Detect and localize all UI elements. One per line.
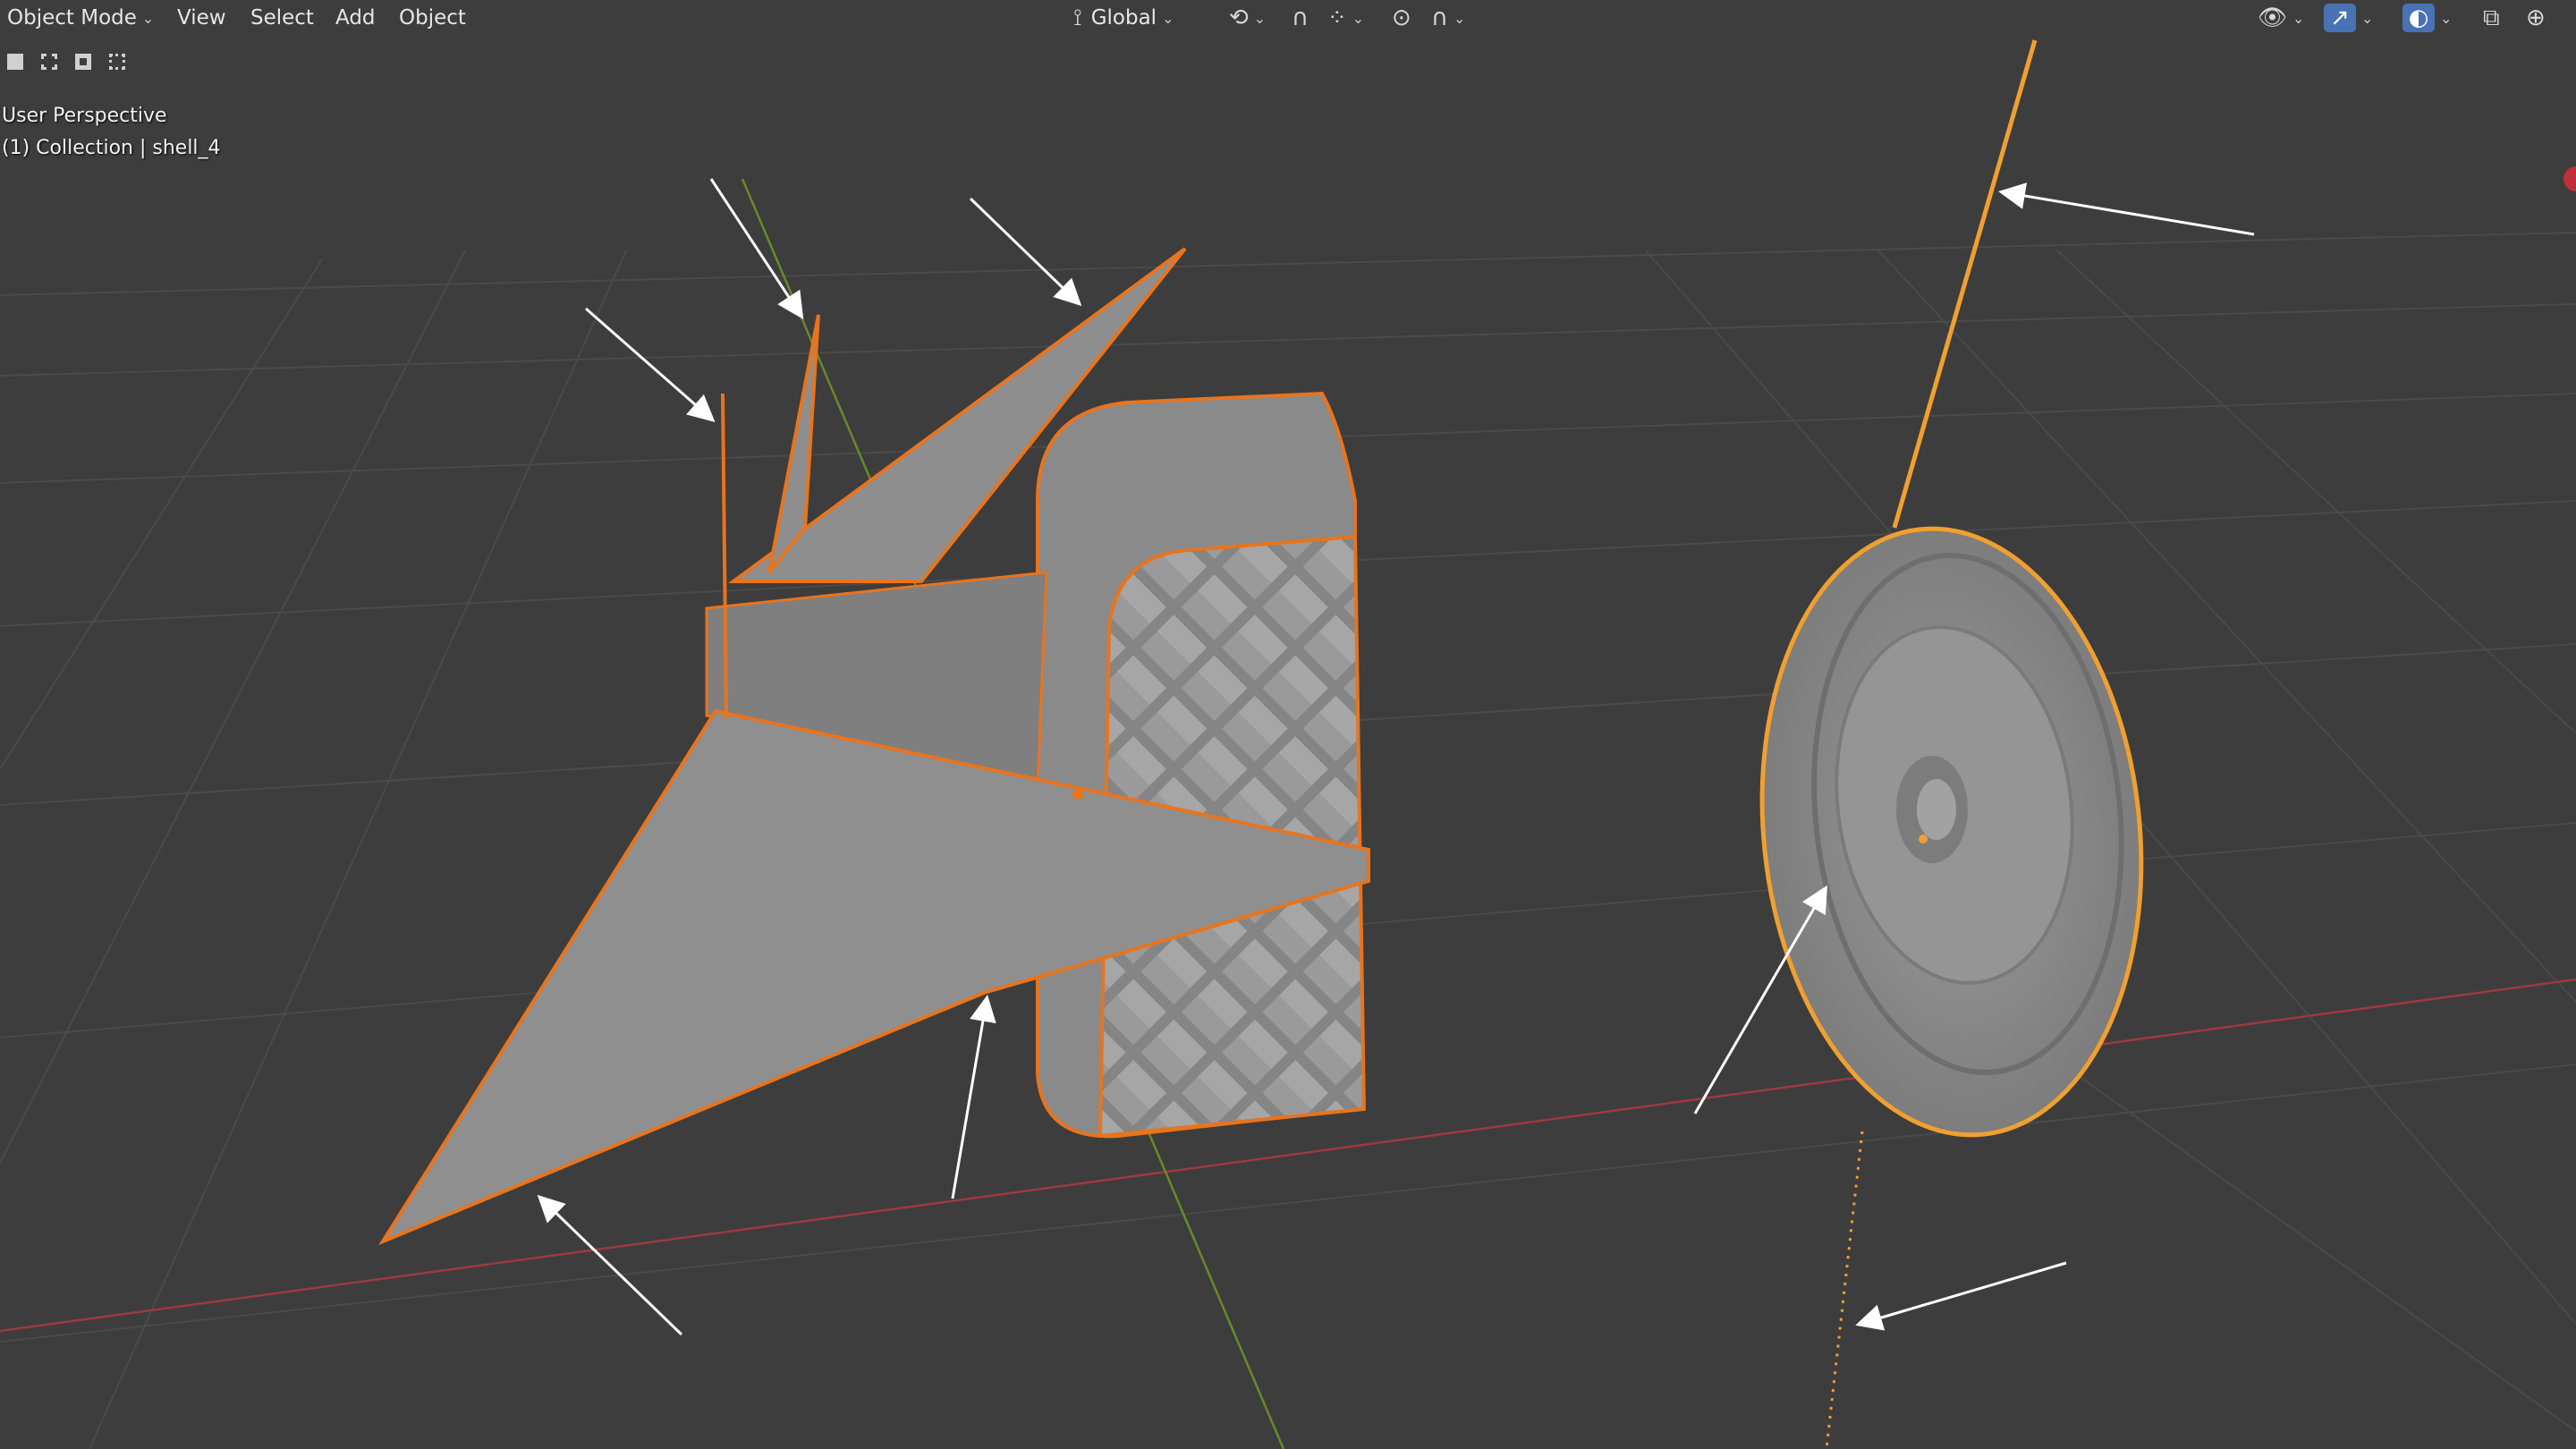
view-menu[interactable]: View	[177, 4, 226, 32]
pivot-point-dropdown[interactable]: ⟲ ⌄	[1229, 4, 1266, 32]
gizmo-toggle[interactable]: ↗ ⌄	[2324, 4, 2373, 32]
object-mode-dropdown[interactable]: Object Mode ⌄	[2, 4, 162, 32]
object-menu[interactable]: Object	[399, 4, 466, 32]
xray-icon: ⧉	[2483, 4, 2500, 31]
select-menu[interactable]: Select	[250, 4, 314, 32]
arrow-2	[709, 178, 804, 320]
collection-label: (1) Collection | shell_4	[2, 137, 221, 159]
overlay-icon: ◐	[2402, 4, 2435, 32]
arrow-4	[1998, 182, 2255, 236]
shell-object[interactable]	[377, 247, 1370, 1246]
snap-magnet-icon: ∩	[1292, 4, 1309, 31]
chevron-down-icon: ⌄	[1453, 9, 1466, 27]
snap-target-dropdown[interactable]: ⁘ ⌄	[1327, 4, 1364, 32]
chevron-down-icon: ⌄	[2292, 9, 2305, 27]
falloff-dropdown[interactable]: ∩ ⌄	[1431, 4, 1465, 32]
select-new-icon	[7, 54, 23, 70]
proportional-editing-icon: ⊙	[1392, 4, 1411, 31]
add-menu[interactable]: Add	[335, 4, 376, 32]
viewport-info-overlay: User Perspective (1) Collection | shell_…	[2, 100, 221, 165]
shading-wireframe-button[interactable]: ⊕	[2526, 4, 2546, 32]
chevron-down-icon: ⌄	[1352, 9, 1365, 27]
falloff-curve-icon: ∩	[1431, 4, 1449, 31]
visibility-dropdown[interactable]: 👁 ⌄	[2258, 4, 2304, 32]
arrow-3	[969, 197, 1082, 307]
snap-toggle[interactable]: ∩	[1292, 4, 1309, 32]
transform-orientation-dropdown[interactable]: ⟟ Global ⌄	[1073, 4, 1174, 32]
arrow-1	[585, 307, 716, 422]
select-extend-button[interactable]	[34, 47, 64, 77]
eye-visibility-icon: 👁	[2258, 4, 2288, 31]
transform-orientation-icon: ⟟	[1073, 4, 1082, 31]
chevron-down-icon: ⌄	[1162, 9, 1174, 27]
xray-toggle[interactable]: ⧉	[2483, 4, 2500, 32]
gizmo-red-dot	[2563, 166, 2576, 191]
chevron-down-icon: ⌄	[141, 9, 155, 27]
object-mode-label: Object Mode	[7, 6, 137, 30]
orientation-label: Global	[1090, 6, 1157, 30]
select-subtract-button[interactable]	[68, 47, 98, 77]
wireframe-shading-icon: ⊕	[2526, 4, 2546, 31]
select-new-button[interactable]	[0, 47, 30, 77]
3d-viewport[interactable]	[0, 0, 2576, 1449]
snap-increment-icon: ⁘	[1327, 4, 1347, 31]
proportional-editing-toggle[interactable]: ⊙	[1392, 4, 1411, 32]
arrow-8	[1855, 1261, 2067, 1331]
chevron-down-icon: ⌄	[2361, 9, 2374, 27]
chevron-down-icon: ⌄	[2440, 9, 2453, 27]
overlay-toggle[interactable]: ◐ ⌄	[2402, 4, 2452, 32]
select-intersect-button[interactable]	[102, 47, 132, 77]
arrow-5	[537, 1194, 683, 1336]
chevron-down-icon: ⌄	[1253, 9, 1267, 27]
select-intersect-icon	[109, 54, 125, 70]
gizmo-icon: ↗	[2324, 4, 2356, 32]
select-extend-icon	[41, 54, 57, 70]
viewport-header: Object Mode ⌄ View Select Add Object ⟟ G…	[0, 0, 2576, 36]
pivot-point-icon: ⟲	[1229, 4, 1249, 31]
select-subtract-icon	[75, 54, 91, 70]
selection-mode-tools	[0, 47, 132, 77]
arrow-6	[951, 995, 996, 1199]
perspective-label: User Perspective	[2, 105, 167, 127]
